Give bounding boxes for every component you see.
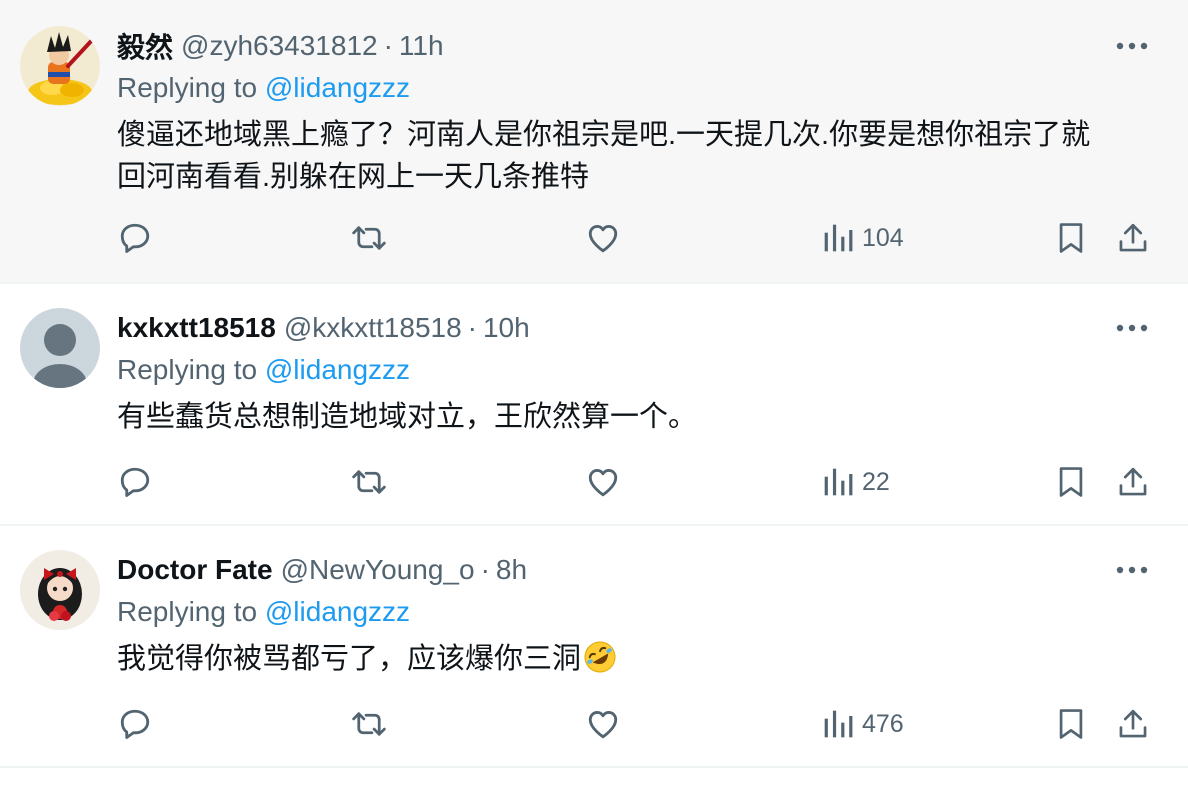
more-horizontal-icon (1116, 42, 1148, 50)
reply-bubble-icon (120, 223, 150, 253)
tweet-header: 毅然 @zyh63431812 · 11h (117, 28, 444, 64)
tweet-1[interactable]: 毅然 @zyh63431812 · 11h Replying to @lidan… (0, 0, 1188, 284)
like-button[interactable] (585, 218, 621, 258)
views-bar-chart-icon (824, 710, 853, 738)
bookmark-button[interactable] (1054, 462, 1088, 502)
bookmark-button[interactable] (1054, 704, 1088, 744)
tweet-text-line: 我觉得你被骂都亏了，应该爆你三洞 (117, 643, 582, 675)
tweet-text: 有些蠢货总想制造地域对立，王欣然算一个。 (117, 396, 1157, 438)
retweet-button[interactable] (350, 462, 388, 502)
reply-bubble-icon (120, 467, 150, 497)
share-upload-icon (1119, 709, 1147, 738)
bookmark-icon (1059, 467, 1083, 497)
views-bar-chart-icon (824, 224, 853, 252)
tweet-text-line: 回河南看看.别躲在网上一天几条推特 (117, 161, 590, 193)
tweet-text-line: 傻逼还地域黑上瘾了？河南人是你祖宗是吧.一天提几次.你要是想你祖宗了就 (117, 119, 1091, 151)
views-count: 476 (862, 709, 904, 738)
retweet-icon (352, 470, 386, 494)
tweet-3[interactable]: Doctor Fate @NewYoung_o · 8h Replying to… (0, 526, 1188, 768)
retweet-icon (352, 712, 386, 736)
more-horizontal-icon (1116, 566, 1148, 574)
display-name[interactable]: kxkxtt18518 (117, 312, 276, 344)
reply-bubble-icon (120, 709, 150, 739)
views-bar-chart-icon (824, 468, 853, 496)
views-button[interactable]: 476 (822, 704, 904, 744)
reply-button[interactable] (117, 704, 153, 744)
more-options-button[interactable] (1112, 550, 1152, 590)
share-button[interactable] (1116, 462, 1150, 502)
mention-link[interactable]: @lidangzzz (265, 596, 410, 627)
retweet-icon (352, 226, 386, 250)
more-horizontal-icon (1116, 324, 1148, 332)
replying-to-label: Replying to (117, 72, 258, 103)
views-count: 22 (862, 467, 890, 496)
user-handle[interactable]: @NewYoung_o (281, 554, 475, 586)
replying-to-label: Replying to (117, 354, 258, 385)
mention-link[interactable]: @lidangzzz (265, 354, 410, 385)
tweet-2[interactable]: kxkxtt18518 @kxkxtt18518 · 10h Replying … (0, 284, 1188, 526)
heart-icon (588, 469, 618, 497)
replying-to-line: Replying to @lidangzzz (117, 354, 410, 386)
reply-button[interactable] (117, 462, 153, 502)
more-options-button[interactable] (1112, 308, 1152, 348)
views-button[interactable]: 104 (822, 218, 904, 258)
user-handle[interactable]: @kxkxtt18518 (284, 312, 462, 344)
replying-to-line: Replying to @lidangzzz (117, 596, 410, 628)
tweet-header: Doctor Fate @NewYoung_o · 8h (117, 552, 527, 588)
rolling-on-floor-laughing-emoji (583, 640, 617, 686)
avatar[interactable] (20, 308, 100, 388)
retweet-button[interactable] (350, 704, 388, 744)
separator-dot: · (383, 30, 393, 61)
timestamp[interactable]: 8h (496, 554, 527, 586)
reply-button[interactable] (117, 218, 153, 258)
timestamp[interactable]: 10h (483, 312, 530, 344)
share-upload-icon (1119, 223, 1147, 252)
retweet-button[interactable] (350, 218, 388, 258)
tweet-text: 傻逼还地域黑上瘾了？河南人是你祖宗是吧.一天提几次.你要是想你祖宗了就 回河南看… (117, 114, 1157, 198)
display-name[interactable]: 毅然 (117, 26, 173, 66)
separator-dot: · (467, 312, 477, 343)
display-name[interactable]: Doctor Fate (117, 554, 273, 586)
avatar[interactable] (20, 550, 100, 630)
bookmark-button[interactable] (1054, 218, 1088, 258)
bookmark-icon (1059, 223, 1083, 253)
separator-dot: · (480, 554, 490, 585)
tweet-text-line: 有些蠢货总想制造地域对立，王欣然算一个。 (117, 401, 698, 433)
like-button[interactable] (585, 704, 621, 744)
bookmark-icon (1059, 709, 1083, 739)
heart-icon (588, 225, 618, 253)
replying-to-line: Replying to @lidangzzz (117, 72, 410, 104)
reply-timeline: 毅然 @zyh63431812 · 11h Replying to @lidan… (0, 0, 1188, 798)
mention-link[interactable]: @lidangzzz (265, 72, 410, 103)
share-button[interactable] (1116, 704, 1150, 744)
replying-to-label: Replying to (117, 596, 258, 627)
heart-icon (588, 711, 618, 739)
share-button[interactable] (1116, 218, 1150, 258)
timestamp[interactable]: 11h (399, 30, 444, 62)
like-button[interactable] (585, 462, 621, 502)
views-count: 104 (862, 223, 904, 252)
avatar[interactable] (20, 26, 100, 106)
more-options-button[interactable] (1112, 26, 1152, 66)
views-button[interactable]: 22 (822, 462, 890, 502)
tweet-header: kxkxtt18518 @kxkxtt18518 · 10h (117, 310, 530, 346)
share-upload-icon (1119, 467, 1147, 496)
user-handle[interactable]: @zyh63431812 (181, 30, 378, 62)
tweet-text: 我觉得你被骂都亏了，应该爆你三洞 (117, 638, 1157, 686)
